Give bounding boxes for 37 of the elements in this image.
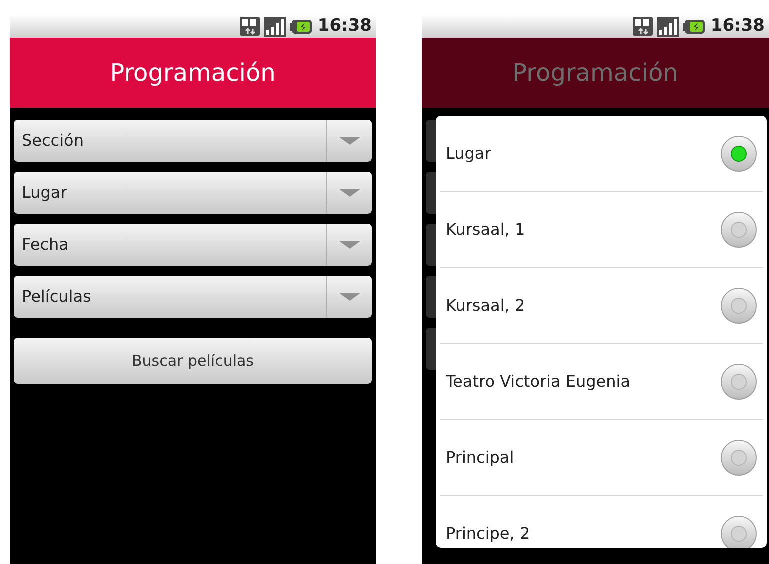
caret-icon (338, 241, 360, 249)
network-type-icon (240, 17, 260, 36)
radio-button[interactable] (721, 364, 757, 400)
search-button[interactable]: Buscar películas (14, 338, 372, 384)
screen-title: Programación (512, 58, 678, 89)
caret-icon (338, 293, 360, 301)
clock: 16:38 (316, 15, 372, 38)
caret-icon (338, 189, 360, 197)
option-label: Principal (446, 446, 514, 468)
clock: 16:38 (710, 15, 765, 38)
dropdown[interactable]: Lugar (14, 172, 372, 214)
option-row[interactable]: Kursaal, 1 (440, 192, 763, 268)
option-row[interactable]: Teatro Victoria Eugenia (440, 344, 763, 420)
dropdown[interactable]: Fecha (14, 224, 372, 266)
battery-icon (290, 20, 312, 34)
option-row[interactable]: Kursaal, 2 (440, 268, 763, 344)
dropdown[interactable]: Películas (14, 276, 372, 318)
signal-icon (264, 16, 286, 36)
radio-button[interactable] (721, 440, 757, 476)
option-label: Kursaal, 1 (446, 218, 526, 240)
radio-button[interactable] (721, 516, 757, 548)
battery-icon (682, 20, 705, 34)
option-label: Lugar (446, 142, 492, 164)
option-row[interactable]: Principal (440, 420, 763, 496)
radio-button[interactable] (721, 288, 757, 324)
option-label: Teatro Victoria Eugenia (446, 370, 631, 392)
caret-icon (338, 137, 360, 145)
radio-button[interactable] (721, 136, 757, 172)
signal-icon (656, 16, 679, 36)
network-type-icon (632, 17, 653, 36)
dropdown[interactable]: Sección (14, 120, 372, 162)
option-label: Kursaal, 2 (446, 294, 526, 316)
screen-title: Programación (110, 58, 276, 89)
radio-button[interactable] (721, 212, 757, 248)
option-row[interactable]: Lugar (440, 116, 763, 192)
option-label: Principe, 2 (446, 523, 530, 545)
option-row[interactable]: Principe, 2 (440, 496, 763, 548)
